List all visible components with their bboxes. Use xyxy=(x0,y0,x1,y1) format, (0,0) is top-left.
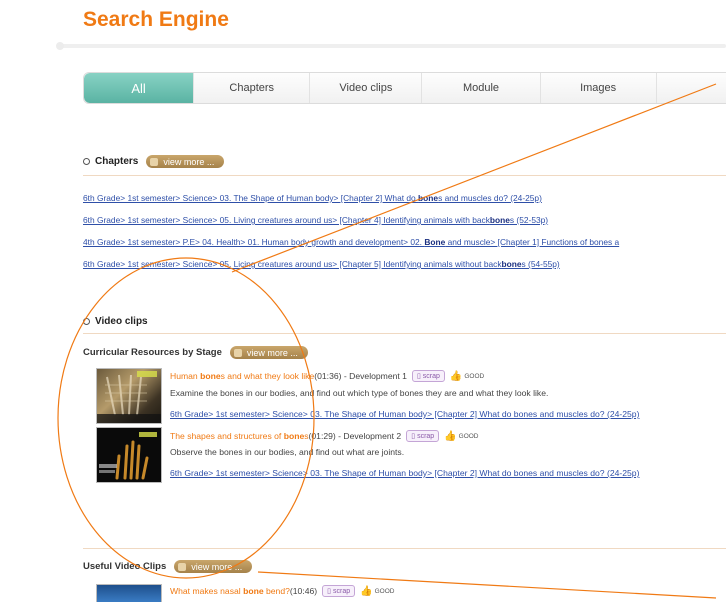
useful-heading-label: Useful Video Clips xyxy=(83,561,167,572)
thumbs-up-icon: 👍 xyxy=(449,370,463,382)
tab-all[interactable]: All xyxy=(84,73,195,103)
keyword-highlight: Bone xyxy=(424,237,446,247)
category-tabs: All Chapters Video clips Module Images xyxy=(83,72,726,104)
section-divider xyxy=(83,333,726,334)
video-clip-title-link[interactable]: What makes nasal bone bend? xyxy=(170,586,290,596)
hand-xray-thumbnail-image xyxy=(99,432,157,480)
video-thumbnail[interactable] xyxy=(96,368,162,424)
thumbs-up-icon: 👍 xyxy=(444,430,457,442)
chapter-result-link[interactable]: 6th Grade> 1st semester> Science> 05. Li… xyxy=(83,259,560,269)
link-text: s (52-53p) xyxy=(509,215,549,225)
video-clip-title-row: Human bones and what they look like (01:… xyxy=(170,370,484,382)
chapter-result-link[interactable]: 4th Grade> 1st semester> P.E> 04. Health… xyxy=(83,237,619,247)
link-text: 6th Grade> 1st semester> Science> 05. Li… xyxy=(83,215,490,225)
video-clip-description: Examine the bones in our bodies, and fin… xyxy=(170,388,549,398)
circle-bullet-icon xyxy=(83,318,90,325)
useful-view-more-button[interactable]: view more ... xyxy=(174,560,253,573)
section-divider xyxy=(83,548,726,549)
video-clip-meta: (01:36) - Development 1 xyxy=(314,371,407,381)
video-clip-title-link[interactable]: Human bones and what they look like xyxy=(170,371,314,381)
link-text: s (54-55p) xyxy=(521,259,560,269)
tab-more[interactable] xyxy=(657,73,726,103)
link-text: 6th Grade> 1st semester> Science> 03. Th… xyxy=(83,193,419,203)
video-clip-curriculum-link[interactable]: 6th Grade> 1st semester> Science> 03. Th… xyxy=(170,468,639,478)
view-more-icon xyxy=(150,157,159,166)
chapter-result-link[interactable]: 6th Grade> 1st semester> Science> 05. Li… xyxy=(83,215,548,225)
scrap-button[interactable]: ▯ scrap xyxy=(322,585,356,597)
link-text: s and muscles do? (24-25p) xyxy=(438,193,542,203)
keyword-highlight: bone xyxy=(501,259,522,269)
paperclip-icon: ▯ xyxy=(411,433,416,440)
video-clip-title-row: What makes nasal bone bend? (10:46) ▯ scr… xyxy=(170,585,394,597)
video-clip-meta: (01:29) - Development 2 xyxy=(308,431,402,441)
thumbs-up-icon: 👍 xyxy=(360,585,373,597)
video-clip-curriculum-link[interactable]: 6th Grade> 1st semester> Science> 03. Th… xyxy=(170,409,639,419)
chapters-heading: Chapters view more ... xyxy=(83,155,225,168)
view-more-icon xyxy=(178,562,187,571)
curricular-view-more-button[interactable]: view more ... xyxy=(229,346,308,359)
keyword-highlight: bone xyxy=(418,193,439,203)
video-clip-title-row: The shapes and structures of bones (01:2… xyxy=(170,430,479,442)
view-more-label: view more ... xyxy=(246,347,298,358)
video-clips-heading: Video clips xyxy=(83,316,148,327)
chapters-view-more-button[interactable]: view more ... xyxy=(146,155,225,168)
scrap-button[interactable]: ▯ scrap xyxy=(411,370,445,382)
useful-video-clips-heading: Useful Video Clips view more ... xyxy=(83,560,253,573)
tab-module[interactable]: Module xyxy=(422,73,541,103)
circle-bullet-icon xyxy=(83,158,90,165)
tab-chapters[interactable]: Chapters xyxy=(194,73,311,103)
good-button[interactable]: 👍 GOOD xyxy=(360,586,394,597)
title-divider-dot xyxy=(56,42,64,50)
video-thumbnail[interactable] xyxy=(96,584,162,602)
scrap-button[interactable]: ▯ scrap xyxy=(406,430,440,442)
video-clip-meta: (10:46) xyxy=(289,586,318,596)
page-title: Search Engine xyxy=(83,8,229,31)
link-text: and muscle> [Chapter 1] Functions of bon… xyxy=(445,237,620,247)
curricular-heading-label: Curricular Resources by Stage xyxy=(83,347,222,358)
view-more-icon xyxy=(233,348,242,357)
link-text: 6th Grade> 1st semester> Science> 05. Li… xyxy=(83,259,502,269)
tab-video-clips[interactable]: Video clips xyxy=(310,73,423,103)
view-more-label: view more ... xyxy=(191,561,243,572)
link-text: 4th Grade> 1st semester> P.E> 04. Health… xyxy=(83,237,425,247)
good-button[interactable]: 👍 GOOD xyxy=(444,431,478,442)
video-clip-description: Observe the bones in our bodies, and fin… xyxy=(170,447,405,457)
curricular-resources-heading: Curricular Resources by Stage view more … xyxy=(83,346,308,359)
video-clip-title-link[interactable]: The shapes and structures of bones xyxy=(170,431,309,441)
good-button[interactable]: 👍 GOOD xyxy=(450,371,484,382)
keyword-highlight: bone xyxy=(489,215,510,225)
paperclip-icon: ▯ xyxy=(416,373,421,380)
skeleton-thumbnail-image xyxy=(97,371,161,423)
title-divider xyxy=(60,44,726,48)
chapter-result-link[interactable]: 6th Grade> 1st semester> Science> 03. Th… xyxy=(83,193,542,203)
section-divider xyxy=(83,175,726,176)
paperclip-icon: ▯ xyxy=(327,588,331,595)
video-clips-heading-label: Video clips xyxy=(95,316,148,327)
view-more-label: view more ... xyxy=(163,156,215,167)
chapters-heading-label: Chapters xyxy=(95,156,139,167)
video-thumbnail[interactable] xyxy=(96,427,162,483)
tab-images[interactable]: Images xyxy=(541,73,657,103)
